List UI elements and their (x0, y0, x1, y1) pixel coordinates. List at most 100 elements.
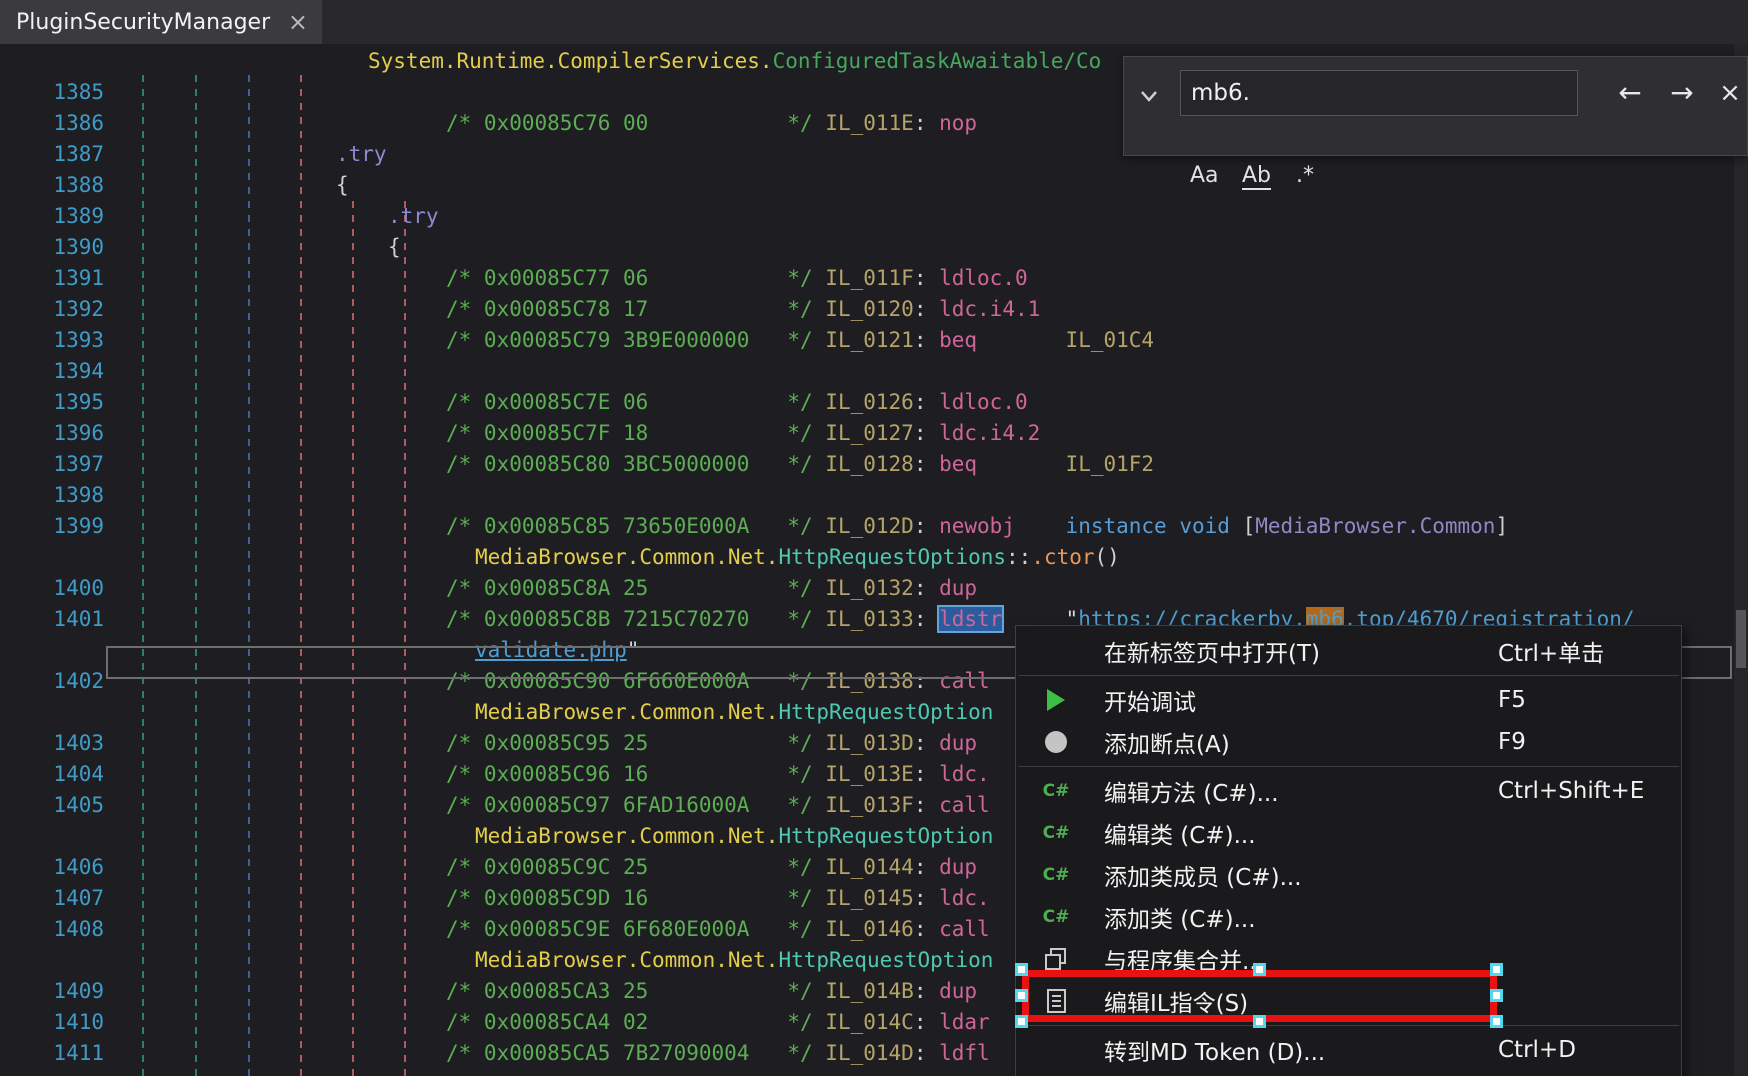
menu-item-open-in-new-tab[interactable]: 在新标签页中打开(T)Ctrl+单击 (1016, 630, 1681, 672)
menu-item-shortcut: F9 (1498, 729, 1526, 755)
code-token: ldstr (939, 607, 1002, 631)
line-number: 1410 (0, 1007, 104, 1038)
breakpoint-icon (1034, 726, 1078, 758)
menu-item-add-breakpoint[interactable]: 添加断点(A)F9 (1016, 721, 1681, 763)
tab-title: PluginSecurityManager (0, 10, 270, 35)
code-line[interactable]: 1389 .try (0, 201, 1748, 232)
code-token: MediaBrowser.Common.Net. (475, 948, 778, 972)
play-icon (1034, 684, 1078, 716)
code-line[interactable]: 1394 (0, 356, 1748, 387)
menu-separator (1018, 675, 1679, 676)
annotation-handle (1015, 989, 1028, 1002)
line-number: 1402 (0, 666, 104, 697)
line-number: 1395 (0, 387, 104, 418)
menu-icon-placeholder (1034, 635, 1078, 667)
code-token: HttpRequestOption (778, 700, 993, 724)
code-line[interactable]: 1388{ (0, 170, 1748, 201)
search-options-chevron-icon[interactable] (1138, 87, 1160, 105)
code-line[interactable]: 1395/* 0x00085C7E 06 */ IL_0126: ldloc.0 (0, 387, 1748, 418)
code-token: IL_014B (825, 979, 914, 1003)
menu-item-go-to-md-token[interactable]: 转到MD Token (D)...Ctrl+D (1016, 1029, 1681, 1071)
code-token: ldc.i4.2 (939, 421, 1040, 445)
code-token: IL_013E (825, 762, 914, 786)
code-token: MediaBrowser.Common (1255, 514, 1495, 538)
code-token: HttpRequestOption (778, 948, 993, 972)
find-previous-button[interactable]: ← (1612, 75, 1648, 111)
code-token: /* 0x00085C96 16 */ (446, 762, 825, 786)
menu-item-start-debugging[interactable]: 开始调试F5 (1016, 679, 1681, 721)
regex-toggle[interactable]: .* (1296, 163, 1314, 188)
tab-close-icon[interactable]: × (274, 10, 322, 34)
code-token: dup (939, 855, 977, 879)
code-token: nop (939, 111, 977, 135)
line-number: 1392 (0, 294, 104, 325)
line-number: 1407 (0, 883, 104, 914)
code-token: IL_014D (825, 1041, 914, 1065)
code-token: MediaBrowser.Common.Net. (475, 545, 778, 569)
code-token: /* 0x00085CA4 02 */ (446, 1010, 825, 1034)
line-number: 1404 (0, 759, 104, 790)
code-text: MediaBrowser.Common.Net.HttpRequestOptio… (475, 945, 993, 976)
vertical-scrollbar[interactable] (1734, 44, 1748, 1076)
code-token: /* 0x00085C9C 25 */ (446, 855, 825, 879)
code-token: System.Runtime.CompilerServices. (368, 49, 773, 73)
code-token: : (914, 855, 939, 879)
code-token: IL_013F (825, 793, 914, 817)
menu-item-add-class-member[interactable]: C#添加类成员 (C#)... (1016, 854, 1681, 896)
annotation-handle (1490, 963, 1503, 976)
csharp-icon: C# (1034, 817, 1078, 849)
search-close-button[interactable]: × (1712, 75, 1748, 111)
match-case-toggle[interactable]: Aa (1190, 163, 1219, 188)
find-next-button[interactable]: → (1664, 75, 1700, 111)
code-line[interactable]: 1399/* 0x00085C85 73650E000A */ IL_012D:… (0, 511, 1748, 542)
code-text: MediaBrowser.Common.Net.HttpRequestOptio… (475, 821, 993, 852)
code-text: MediaBrowser.Common.Net.HttpRequestOptio… (475, 697, 993, 728)
code-line[interactable]: 1392/* 0x00085C78 17 */ IL_0120: ldc.i4.… (0, 294, 1748, 325)
line-number: 1399 (0, 511, 104, 542)
annotation-handle (1015, 963, 1028, 976)
code-token: instance void (1066, 514, 1243, 538)
menu-item-shortcut: Ctrl+Shift+E (1498, 778, 1644, 804)
annotation-handle (1253, 963, 1266, 976)
menu-item-edit-class[interactable]: C#编辑类 (C#)... (1016, 812, 1681, 854)
code-token: newobj (939, 514, 1065, 538)
code-token: IL_011F (825, 266, 914, 290)
code-line[interactable]: 1393/* 0x00085C79 3B9E000000 */ IL_0121:… (0, 325, 1748, 356)
search-input[interactable] (1180, 70, 1578, 116)
code-line[interactable]: 1398 (0, 480, 1748, 511)
code-token: beq (939, 452, 1065, 476)
tab-pluginsecuritymanager[interactable]: PluginSecurityManager × (0, 0, 322, 44)
code-text: { (388, 232, 401, 263)
code-token: /* 0x00085CA5 7B27090004 */ (446, 1041, 825, 1065)
code-line[interactable]: 1400/* 0x00085C8A 25 */ IL_0132: dup (0, 573, 1748, 604)
code-token: IL_011E (825, 111, 914, 135)
code-text: { (336, 170, 349, 201)
code-token: /* 0x00085C9E 6F680E000A */ (446, 917, 825, 941)
code-token: : (914, 886, 939, 910)
line-number: 1409 (0, 976, 104, 1007)
line-number: 1389 (0, 201, 104, 232)
code-text: /* 0x00085CA5 7B27090004 */ IL_014D: ldf… (446, 1038, 990, 1069)
code-line[interactable]: MediaBrowser.Common.Net.HttpRequestOptio… (0, 542, 1748, 573)
code-token: .try (336, 142, 387, 166)
scrollbar-thumb[interactable] (1736, 610, 1746, 668)
code-line[interactable]: 1397/* 0x00085C80 3BC5000000 */ IL_0128:… (0, 449, 1748, 480)
code-text: /* 0x00085C77 06 */ IL_011F: ldloc.0 (446, 263, 1028, 294)
code-token: ldloc.0 (939, 266, 1028, 290)
whole-word-toggle[interactable]: Ab (1242, 163, 1271, 190)
code-token: ldc. (939, 886, 990, 910)
code-line[interactable]: 1396/* 0x00085C7F 18 */ IL_0127: ldc.i4.… (0, 418, 1748, 449)
annotation-handle (1253, 1015, 1266, 1028)
line-number: 1386 (0, 108, 104, 139)
code-token: : (914, 762, 939, 786)
code-line[interactable]: 1390{ (0, 232, 1748, 263)
code-line[interactable]: 1391/* 0x00085C77 06 */ IL_011F: ldloc.0 (0, 263, 1748, 294)
code-token: { (388, 235, 401, 259)
menu-item-add-class[interactable]: C#添加类 (C#)... (1016, 896, 1681, 938)
code-token: IL_0133 (825, 607, 914, 631)
code-text: /* 0x00085C8A 25 */ IL_0132: dup (446, 573, 977, 604)
code-token: /* 0x00085C7F 18 */ (446, 421, 825, 445)
menu-item-edit-method[interactable]: C#编辑方法 (C#)...Ctrl+Shift+E (1016, 770, 1681, 812)
code-token: .try (388, 204, 439, 228)
code-token: IL_0120 (825, 297, 914, 321)
